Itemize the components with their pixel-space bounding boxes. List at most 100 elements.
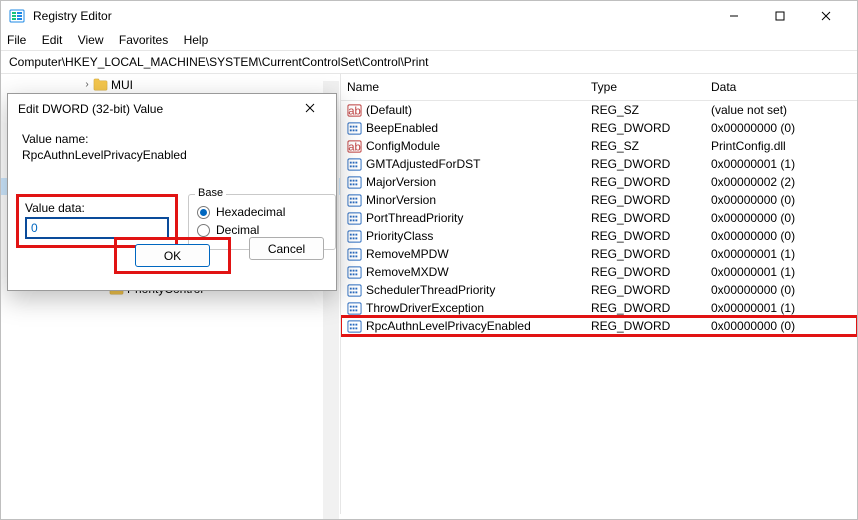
list-row[interactable]: PortThreadPriority REG_DWORD0x00000000 (0…	[341, 209, 857, 227]
value-data: 0x00000000 (0)	[711, 193, 857, 207]
menubar: File Edit View Favorites Help	[1, 31, 857, 50]
maximize-button[interactable]	[757, 1, 803, 31]
value-type: REG_DWORD	[591, 193, 711, 207]
dialog-titlebar[interactable]: Edit DWORD (32-bit) Value	[8, 94, 336, 124]
menu-help[interactable]: Help	[184, 33, 209, 47]
dword-value-icon	[347, 265, 362, 280]
dword-value-icon	[347, 157, 362, 172]
dword-value-icon	[347, 301, 362, 316]
list-headers[interactable]: Name Type Data	[341, 74, 857, 101]
list-row[interactable]: BeepEnabled REG_DWORD0x00000000 (0)	[341, 119, 857, 137]
svg-text:ab: ab	[348, 141, 361, 153]
value-name: PriorityClass	[366, 229, 433, 243]
value-data: 0x00000000 (0)	[711, 283, 857, 297]
list-row[interactable]: GMTAdjustedForDST REG_DWORD0x00000001 (1)	[341, 155, 857, 173]
dword-value-icon	[347, 175, 362, 190]
value-name: GMTAdjustedForDST	[366, 157, 480, 171]
list-row[interactable]: SchedulerThreadPriority REG_DWORD0x000000…	[341, 281, 857, 299]
value-type: REG_DWORD	[591, 211, 711, 225]
titlebar: Registry Editor	[1, 1, 857, 31]
list-row[interactable]: MajorVersionREG_DWORD0x00000002 (2)	[341, 173, 857, 191]
radio-hex-icon	[197, 206, 210, 219]
menu-edit[interactable]: Edit	[42, 33, 63, 47]
dword-value-icon	[347, 229, 362, 244]
expand-icon[interactable]: ›	[81, 79, 93, 90]
value-data-input[interactable]	[25, 217, 169, 239]
value-name: MajorVersion	[366, 175, 436, 189]
cancel-button[interactable]: Cancel	[249, 237, 324, 260]
list-row[interactable]: ab ConfigModule REG_SZPrintConfig.dll	[341, 137, 857, 155]
value-name: (Default)	[366, 103, 412, 117]
value-type: REG_DWORD	[591, 265, 711, 279]
value-name: RemoveMXDW	[366, 265, 449, 279]
list-row[interactable]: ThrowDriverException REG_DWORD0x00000001 …	[341, 299, 857, 317]
list-pane[interactable]: Name Type Data ab(Default)REG_SZ(value n…	[341, 74, 857, 514]
app-title: Registry Editor	[33, 9, 112, 23]
value-data: 0x00000000 (0)	[711, 121, 857, 135]
list-row[interactable]: RemoveMXDW REG_DWORD0x00000001 (1)	[341, 263, 857, 281]
dword-value-icon	[347, 319, 362, 334]
value-data: PrintConfig.dll	[711, 139, 857, 153]
value-name: BeepEnabled	[366, 121, 438, 135]
dword-value-icon	[347, 247, 362, 262]
value-data: 0x00000001 (1)	[711, 301, 857, 315]
header-data[interactable]: Data	[711, 80, 857, 94]
value-name: ConfigModule	[366, 139, 440, 153]
radio-hex-label: Hexadecimal	[216, 205, 285, 219]
close-button[interactable]	[803, 1, 849, 31]
list-row[interactable]: MinorVersion REG_DWORD0x00000000 (0)	[341, 191, 857, 209]
radio-decimal[interactable]: Decimal	[197, 223, 327, 237]
value-type: REG_DWORD	[591, 157, 711, 171]
tree-label: MUI	[111, 78, 133, 92]
list-row[interactable]: ab (Default) REG_SZ(value not set)	[341, 101, 857, 119]
menu-favorites[interactable]: Favorites	[119, 33, 168, 47]
app-icon	[9, 8, 25, 24]
dword-value-icon	[347, 211, 362, 226]
value-name: MinorVersion	[366, 193, 436, 207]
radio-dec-icon	[197, 224, 210, 237]
value-type: REG_SZ	[591, 139, 711, 153]
list-row[interactable]: PriorityClassREG_DWORD0x00000000 (0)	[341, 227, 857, 245]
value-type: REG_SZ	[591, 103, 711, 117]
value-name: SchedulerThreadPriority	[366, 283, 495, 297]
value-name-label: Value name:	[22, 132, 322, 146]
value-data: 0x00000001 (1)	[711, 265, 857, 279]
string-value-icon: ab	[347, 103, 362, 118]
value-data-label: Value data:	[25, 201, 169, 215]
ok-highlight: OK	[114, 237, 231, 274]
list-row[interactable]: RpcAuthnLevelPrivacyEnabledREG_DWORD0x00…	[341, 317, 857, 335]
string-value-icon: ab	[347, 139, 362, 154]
radio-hexadecimal[interactable]: Hexadecimal	[197, 205, 327, 219]
dialog-close-button[interactable]	[294, 102, 326, 116]
value-type: REG_DWORD	[591, 283, 711, 297]
value-name: RpcAuthnLevelPrivacyEnabled	[366, 319, 531, 333]
dword-value-icon	[347, 283, 362, 298]
menu-view[interactable]: View	[78, 33, 104, 47]
value-data: 0x00000000 (0)	[711, 229, 857, 243]
value-name: PortThreadPriority	[366, 211, 463, 225]
value-data: 0x00000001 (1)	[711, 247, 857, 261]
minimize-button[interactable]	[711, 1, 757, 31]
list-row[interactable]: RemoveMPDWREG_DWORD0x00000001 (1)	[341, 245, 857, 263]
base-legend: Base	[195, 187, 226, 199]
value-type: REG_DWORD	[591, 121, 711, 135]
value-type: REG_DWORD	[591, 301, 711, 315]
value-data: (value not set)	[711, 103, 857, 117]
value-name: ThrowDriverException	[366, 301, 484, 315]
address-label: Computer	[9, 55, 62, 69]
value-type: REG_DWORD	[591, 319, 711, 333]
ok-button[interactable]: OK	[135, 244, 210, 267]
dword-value-icon	[347, 121, 362, 136]
header-type[interactable]: Type	[591, 80, 711, 94]
value-type: REG_DWORD	[591, 247, 711, 261]
tree-item[interactable]: › MUI	[1, 76, 340, 93]
address-bar[interactable]: Computer\HKEY_LOCAL_MACHINE\SYSTEM\Curre…	[1, 50, 857, 74]
header-name[interactable]: Name	[341, 80, 591, 94]
value-data: 0x00000000 (0)	[711, 211, 857, 225]
value-data: 0x00000001 (1)	[711, 157, 857, 171]
folder-icon	[93, 78, 108, 91]
dword-value-icon	[347, 193, 362, 208]
dialog-title: Edit DWORD (32-bit) Value	[18, 102, 163, 116]
address-path: \HKEY_LOCAL_MACHINE\SYSTEM\CurrentContro…	[62, 55, 429, 69]
menu-file[interactable]: File	[7, 33, 26, 47]
